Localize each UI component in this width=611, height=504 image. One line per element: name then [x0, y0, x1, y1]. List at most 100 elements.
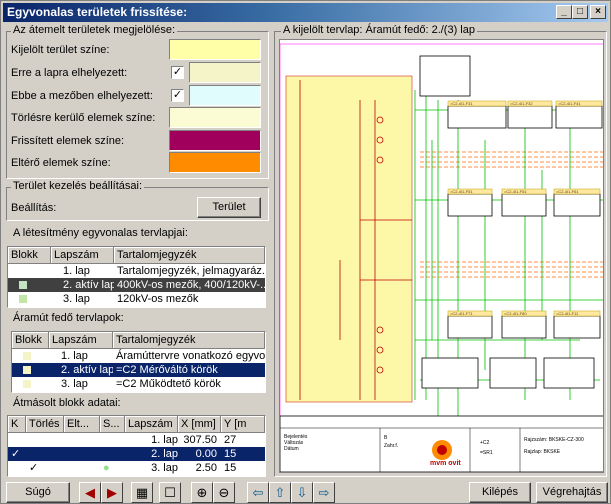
k-checkbox[interactable]: [8, 461, 26, 475]
area-group-title: Terület kezelés beállításai:: [11, 180, 145, 193]
col-lapszam[interactable]: Lapszám: [125, 416, 178, 433]
device-label: =C2-4I1-F11: [556, 311, 579, 316]
table-row[interactable]: 1. lap 307.50 27: [8, 433, 265, 447]
zoom-in-icon[interactable]: ⊕: [191, 482, 213, 503]
table-row[interactable]: ✓ ● 3. lap 2.50 15: [8, 461, 265, 475]
tb-right: Rajzszám: BKSKE-CZ-300 Rajzlap: BKSKE: [524, 434, 584, 458]
page-number: 1. lap: [61, 350, 88, 362]
block-color-swatch: [23, 352, 31, 360]
execute-button[interactable]: Végrehajtás: [536, 482, 608, 503]
col-y[interactable]: Y [m: [221, 416, 265, 433]
tb-r2k: Rajzlap:: [524, 449, 543, 455]
col-s[interactable]: S...: [100, 416, 125, 433]
current-plans-table[interactable]: Blokk Lapszám Tartalomjegyzék 1. lap Áram…: [11, 331, 266, 393]
next-arrow-icon[interactable]: ▶: [101, 482, 123, 503]
device-label: =C2-4I1-F61: [556, 189, 579, 194]
setting-label: Beállítás:: [11, 202, 57, 214]
mark-row-checkbox[interactable]: ✓: [171, 66, 184, 79]
tb-logo: mvm ovit: [430, 460, 461, 467]
toc-text: Tartalomjegyzék, jelmagyaráz...: [117, 265, 265, 277]
table-row[interactable]: ✓ 2. lap 0.00 15: [8, 447, 265, 461]
table-row[interactable]: 3. lap 120kV-os mezők: [8, 292, 265, 306]
delete-checkbox[interactable]: [26, 433, 64, 447]
pan-right-icon[interactable]: ⇨: [313, 482, 335, 503]
block-mark: [8, 278, 51, 292]
copied-table[interactable]: K Törlés Elt... S... Lapszám X [mm] Y [m…: [7, 415, 266, 477]
page-number: 3. lap: [61, 378, 88, 390]
color-swatch[interactable]: [169, 107, 261, 128]
table-row[interactable]: 2. aktív lap 400kV-os mezők, 400/120kV-..…: [8, 278, 265, 292]
block-mark: [12, 349, 49, 363]
device-label: =C2-4I1-F71: [450, 311, 473, 316]
col-k[interactable]: K: [8, 416, 26, 433]
col-tartalom[interactable]: Tartalomjegyzék: [113, 332, 265, 349]
mark-row-label: Frissített elemek színe:: [11, 135, 125, 147]
exit-button[interactable]: Kilépés: [469, 482, 531, 503]
blank-page-icon[interactable]: ☐: [159, 482, 181, 503]
current-plans-header: Blokk Lapszám Tartalomjegyzék: [12, 332, 265, 349]
area-button[interactable]: Terület: [197, 197, 261, 218]
color-swatch[interactable]: [189, 85, 261, 106]
color-swatch[interactable]: [169, 152, 261, 173]
pan-up-icon[interactable]: ⇧: [269, 482, 291, 503]
x-value: 2.50: [195, 462, 217, 474]
status-dot: [100, 433, 125, 447]
copied-header: K Törlés Elt... S... Lapszám X [mm] Y [m: [8, 416, 265, 433]
pan-down-icon[interactable]: ⇩: [291, 482, 313, 503]
copied-title: Átmásolt blokk adatai:: [11, 397, 123, 410]
delete-checkbox[interactable]: [26, 447, 64, 461]
mark-row-label: Eltérő elemek színe:: [11, 157, 111, 169]
block-color-swatch: [23, 380, 31, 388]
diff-cell: [64, 433, 100, 447]
block-mark: [12, 377, 49, 391]
pan-left-icon[interactable]: ⇦: [247, 482, 269, 503]
color-swatch[interactable]: [169, 39, 261, 60]
tb-c1: +C2: [480, 440, 490, 446]
col-torles[interactable]: Törlés: [26, 416, 64, 433]
zoom-out-icon[interactable]: ⊖: [213, 482, 235, 503]
toc-text: =C2 Működtető körök: [116, 378, 221, 390]
y-value: 27: [224, 434, 237, 446]
table-row[interactable]: 1. lap Tartalomjegyzék, jelmagyaráz...: [8, 264, 265, 278]
tb-r1k: Rajzszám:: [524, 437, 548, 443]
col-tartalom[interactable]: Tartalomjegyzék: [114, 247, 265, 264]
y-value: 15: [224, 448, 237, 460]
maximize-button[interactable]: □: [572, 5, 588, 19]
k-checkbox[interactable]: [8, 433, 26, 447]
mark-row-checkbox[interactable]: ✓: [171, 89, 184, 102]
page-number: 3. lap: [151, 462, 178, 474]
table-row[interactable]: 3. lap =C2 Működtető körök: [12, 377, 265, 391]
grid-icon[interactable]: ▦: [131, 482, 153, 503]
k-checkbox[interactable]: ✓: [8, 447, 26, 461]
x-value: 307.50: [183, 434, 217, 446]
close-button[interactable]: ×: [590, 5, 606, 19]
table-row[interactable]: 2. aktív lap =C2 Mérőváltó körök: [12, 363, 265, 377]
tb-r1v: BKSKE-CZ-300: [548, 437, 584, 443]
help-button[interactable]: Súgó: [6, 482, 70, 503]
device-label: =C2-4I1-F80: [504, 311, 527, 316]
window-title: Egyvonalas területek frissítése:: [7, 5, 188, 19]
toc-text: =C2 Mérőváltó körök: [116, 364, 218, 376]
device-label: =C2-4I1-F32: [510, 101, 533, 106]
table-row[interactable]: 1. lap Áramúttervre vonatkozó egyvo...: [12, 349, 265, 363]
plan-preview[interactable]: Bejelentés Változás Dátum B Zahr.f. mvm …: [279, 39, 604, 473]
col-lapszam[interactable]: Lapszám: [51, 247, 114, 264]
col-blokk[interactable]: Blokk: [8, 247, 51, 264]
col-x[interactable]: X [mm]: [178, 416, 221, 433]
col-lapszam[interactable]: Lapszám: [49, 332, 113, 349]
page-number: 1. lap: [63, 265, 90, 277]
delete-checkbox[interactable]: ✓: [26, 461, 64, 475]
plans-table[interactable]: Blokk Lapszám Tartalomjegyzék 1. lap Tart…: [7, 246, 266, 308]
tb-codes: +C2 =SR1: [480, 438, 493, 458]
mark-row-label: Ebbe a mezőben elhelyezett:: [11, 90, 153, 102]
minimize-button[interactable]: _: [556, 5, 572, 19]
col-blokk[interactable]: Blokk: [12, 332, 49, 349]
color-swatch[interactable]: [189, 62, 261, 83]
prev-arrow-icon[interactable]: ◀: [79, 482, 101, 503]
toc-text: 400kV-os mezők, 400/120kV-...: [117, 279, 265, 291]
color-swatch[interactable]: [169, 130, 261, 151]
page-number: 2. aktív lap: [61, 364, 113, 376]
block-color-swatch: [19, 295, 27, 303]
col-elt[interactable]: Elt...: [64, 416, 100, 433]
diff-cell: [64, 461, 100, 475]
